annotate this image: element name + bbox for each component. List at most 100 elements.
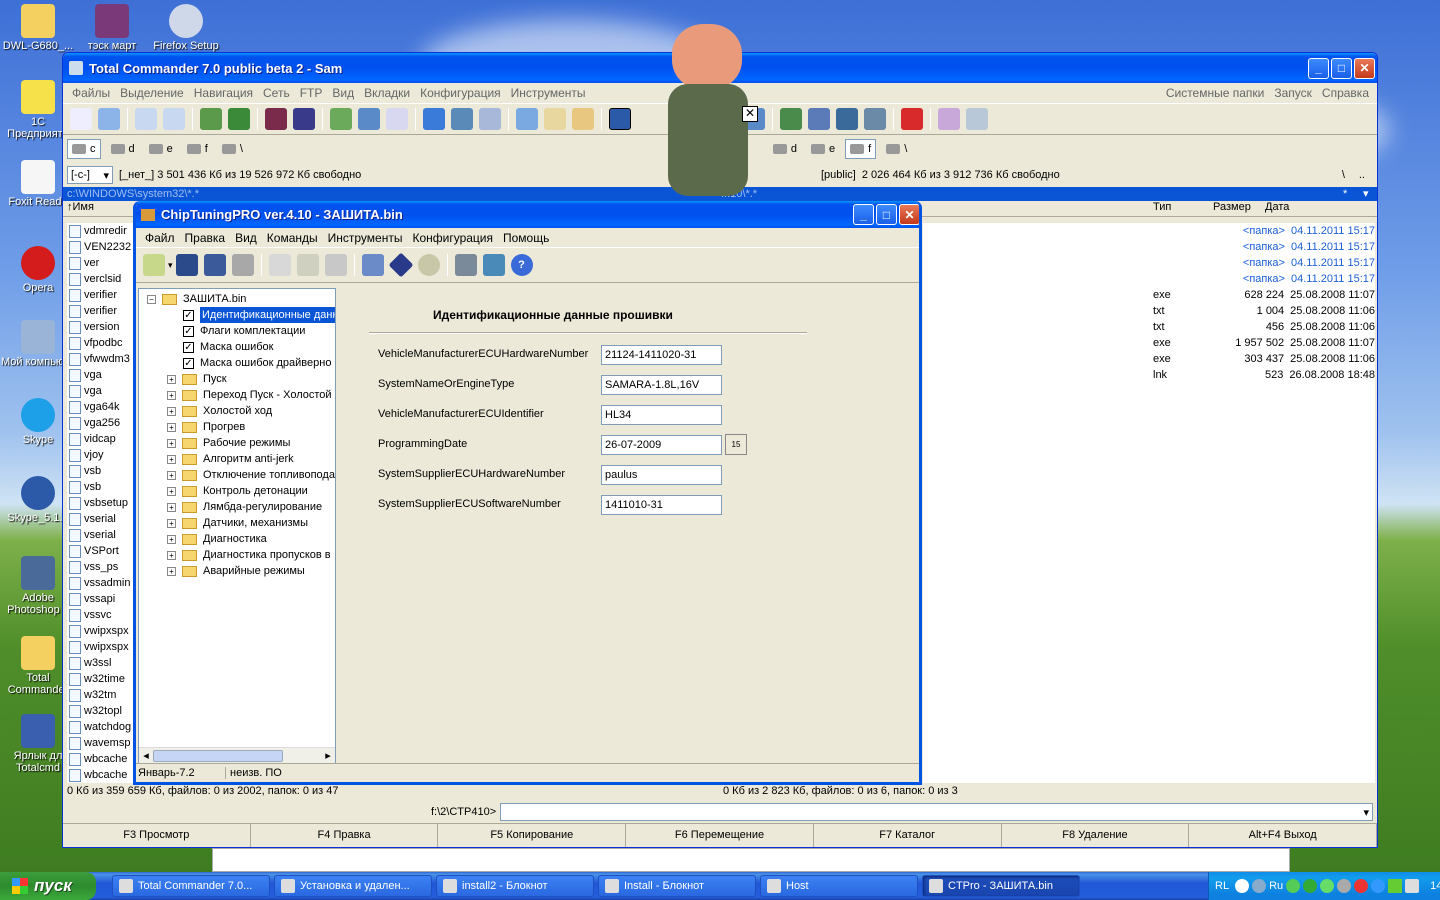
f5-copy-button[interactable]: F5 Копирование <box>438 824 627 847</box>
print-icon[interactable] <box>231 254 254 276</box>
sync-dirs-icon[interactable] <box>966 108 988 130</box>
f3-view-button[interactable]: F3 Просмотр <box>63 824 251 847</box>
right-drive-f[interactable]: f <box>845 139 877 159</box>
field-input[interactable]: HL34 <box>601 405 722 425</box>
tree-item-folder[interactable]: + Аварийные режимы <box>139 563 335 579</box>
tree-item-checked[interactable]: ✓ Идентификационные данн <box>139 307 335 323</box>
skype-tray-icon[interactable] <box>1320 879 1335 893</box>
menu-ftp[interactable]: FTP <box>295 86 328 100</box>
ctp-titlebar[interactable]: ChipTuningPRO ver.4.10 - ЗАШИТА.bin _ □ … <box>136 201 919 228</box>
brief-view-icon[interactable] <box>265 108 287 130</box>
tree-item-checked[interactable]: ✓ Маска ошибок драйверно <box>139 355 335 371</box>
undo-icon[interactable] <box>324 254 347 276</box>
right-file-row[interactable]: <папка> 04.11.2011 15:17 <box>923 239 1375 255</box>
update-tray-icon[interactable] <box>1337 879 1352 893</box>
left-file-row[interactable]: verifier <box>67 287 137 303</box>
left-file-row[interactable]: vssapi <box>67 591 137 607</box>
arrow-tray-icon[interactable] <box>1235 879 1250 893</box>
task-total-commander[interactable]: Total Commander 7.0... <box>112 875 270 897</box>
checkbox-icon[interactable]: ✓ <box>183 309 194 321</box>
tree-item-folder[interactable]: + Лямбда-регулирование <box>139 499 335 515</box>
exit-button[interactable]: Alt+F4 Выход <box>1189 824 1377 847</box>
notepad-icon[interactable] <box>938 108 960 130</box>
right-col-type[interactable]: Тип <box>1151 201 1211 216</box>
expand-icon[interactable]: + <box>167 518 176 528</box>
left-file-row[interactable]: verclsid <box>67 271 137 287</box>
security-tray-icon[interactable] <box>1354 879 1369 893</box>
task-add-remove[interactable]: Установка и удален... <box>274 875 432 897</box>
field-input[interactable]: 26-07-2009 <box>601 435 722 455</box>
checkbox-icon[interactable]: ✓ <box>183 341 194 353</box>
left-drive-e[interactable]: e <box>145 139 177 159</box>
left-file-row[interactable]: vsb <box>67 463 137 479</box>
right-file-row[interactable]: lnk 523 26.08.2008 18:48 <box>923 367 1375 383</box>
network-icon[interactable] <box>836 108 858 130</box>
menu-tools[interactable]: Инструменты <box>506 86 591 100</box>
ctp-menu-view[interactable]: Вид <box>230 231 262 245</box>
right-file-row[interactable]: <папка> 04.11.2011 15:17 <box>923 271 1375 287</box>
language-indicator[interactable]: RL <box>1215 880 1229 892</box>
save-icon[interactable] <box>175 254 198 276</box>
tree-item-folder[interactable]: + Пуск <box>139 371 335 387</box>
checkbox-icon[interactable]: ✓ <box>183 325 194 337</box>
task-ctpro[interactable]: CTPro - ЗАШИТА.bin <box>922 875 1080 897</box>
right-drive-e[interactable]: e <box>807 139 839 159</box>
ctp-minimize-button[interactable]: _ <box>853 204 874 225</box>
left-drive-f[interactable]: f <box>183 139 212 159</box>
minimize-button[interactable]: _ <box>1308 57 1329 79</box>
pet-close-button[interactable]: ✕ <box>742 106 758 122</box>
left-file-row[interactable]: vsbsetup <box>67 495 137 511</box>
f7-mkdir-button[interactable]: F7 Каталог <box>814 824 1002 847</box>
expand-icon[interactable]: + <box>167 550 176 560</box>
history-button[interactable]: * <box>1343 187 1363 201</box>
left-file-row[interactable]: w32topl <box>67 703 137 719</box>
tools-icon[interactable] <box>454 254 477 276</box>
start-button[interactable]: пуск <box>0 872 96 900</box>
clock[interactable]: 14:37 <box>1430 880 1440 892</box>
select-icon[interactable] <box>386 108 408 130</box>
left-file-row[interactable]: vdmredir <box>67 223 137 239</box>
back-icon[interactable] <box>135 108 157 130</box>
menu-navigation[interactable]: Навигация <box>189 86 258 100</box>
right-file-row[interactable]: exe 1 957 502 25.08.2008 11:07 <box>923 335 1375 351</box>
ctp-menu-edit[interactable]: Правка <box>180 231 231 245</box>
right-drive-d[interactable]: d <box>769 139 801 159</box>
ctp-menu-tools[interactable]: Инструменты <box>323 231 408 245</box>
right-file-row[interactable]: exe 628 224 25.08.2008 11:07 <box>923 287 1375 303</box>
scroll-right-icon[interactable]: ▸ <box>321 749 335 762</box>
view-icon[interactable] <box>572 108 594 130</box>
left-file-row[interactable]: verifier <box>67 303 137 319</box>
unpack-icon[interactable] <box>228 108 250 130</box>
right-col-date[interactable]: Дата <box>1259 201 1377 216</box>
left-file-row[interactable]: vwipxspx <box>67 623 137 639</box>
network-tray-icon[interactable] <box>1252 879 1267 893</box>
go-up-button[interactable]: .. <box>1359 169 1365 181</box>
expand-icon[interactable]: + <box>167 534 176 544</box>
menu-config[interactable]: Конфигурация <box>415 86 506 100</box>
lightbulb-icon[interactable] <box>70 108 92 130</box>
left-file-row[interactable]: ver <box>67 255 137 271</box>
menu-help[interactable]: Справка <box>1317 86 1377 100</box>
expand-icon[interactable]: + <box>167 454 176 464</box>
command-input[interactable]: ▾ <box>500 803 1373 821</box>
field-input[interactable]: 1411010-31 <box>601 495 722 515</box>
chevron-down-icon[interactable]: ▾ <box>1363 187 1377 201</box>
left-drive-d[interactable]: d <box>107 139 139 159</box>
menu-run[interactable]: Запуск <box>1269 86 1317 100</box>
volume-tray-icon[interactable] <box>1371 879 1386 893</box>
right-file-row[interactable]: <папка> 04.11.2011 15:17 <box>923 255 1375 271</box>
expand-icon[interactable]: + <box>167 390 176 400</box>
network-icon[interactable] <box>482 254 505 276</box>
left-file-row[interactable]: vserial <box>67 527 137 543</box>
copy-icon[interactable] <box>268 254 291 276</box>
left-file-row[interactable]: vssvc <box>67 607 137 623</box>
task-host[interactable]: Host <box>760 875 918 897</box>
forward-icon[interactable] <box>163 108 185 130</box>
ctp-close-button[interactable]: ✕ <box>899 204 919 225</box>
menu-files[interactable]: Файлы <box>67 86 115 100</box>
expand-icon[interactable]: + <box>167 486 176 496</box>
expand-icon[interactable]: + <box>167 470 176 480</box>
maximize-button[interactable]: □ <box>1331 57 1352 79</box>
connect-icon[interactable] <box>451 108 473 130</box>
left-file-row[interactable]: vga64k <box>67 399 137 415</box>
